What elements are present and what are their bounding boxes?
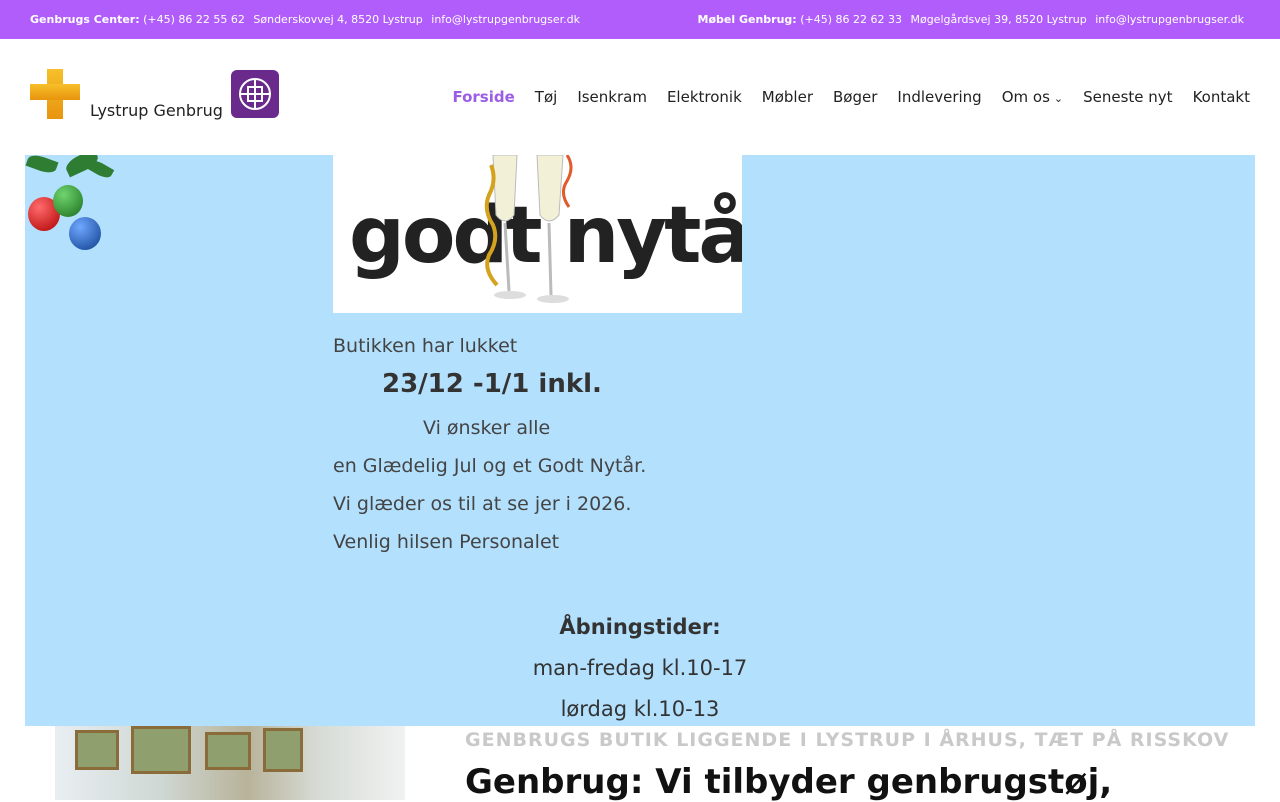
contact-furniture: Møbel Genbrug: (+45) 86 22 62 33 Møgelgå… [698,13,1249,26]
closed-notice: Butikken har lukket [333,335,518,357]
contact-center-address: Sønderskovvej 4, 8520 Lystrup [253,13,423,26]
regards-text: Venlig hilsen Personalet [333,531,560,553]
nav-kontakt[interactable]: Kontakt [1193,88,1250,106]
champagne-glasses-icon [484,155,573,303]
top-contact-bar: Genbrugs Center: (+45) 86 22 55 62 Sønde… [0,0,1280,39]
new-year-banner: godt nytår [333,155,742,313]
contact-center-phone[interactable]: (+45) 86 22 55 62 [143,13,245,26]
contact-center-email[interactable]: info@lystrupgenbrugser.dk [431,13,580,26]
brand-name: Lystrup Genbrug [90,101,223,120]
wish-text: Vi ønsker alle [423,417,551,439]
closed-dates: 23/12 -1/1 inkl. [382,369,602,399]
looking-forward-text: Vi glæder os til at se jer i 2026. [333,493,632,515]
site-logo[interactable]: Lystrup Genbrug [30,69,280,125]
contact-furniture-email[interactable]: info@lystrupgenbrugser.dk [1095,13,1244,26]
nav-isenkram[interactable]: Isenkram [577,88,647,106]
opening-hours-weekday: man-fredag kl.10-17 [532,656,748,680]
contact-furniture-label: Møbel Genbrug: [697,13,797,26]
nav-toj[interactable]: Tøj [535,88,558,106]
nav-indlevering[interactable]: Indlevering [897,88,981,106]
holiday-hero: godt nytår Butikken har lukket 23/12 -1/… [25,155,1255,726]
section-headline: Genbrug: Vi tilbyder genbrugstøj, [465,762,1113,802]
church-emblem-icon [231,70,279,118]
nav-mobler[interactable]: Møbler [762,88,813,106]
opening-hours-title: Åbningstider: [559,615,721,639]
contact-furniture-phone[interactable]: (+45) 86 22 62 33 [800,13,902,26]
nav-seneste-nyt[interactable]: Seneste nyt [1083,88,1172,106]
site-header: Lystrup Genbrug Forside Tøj Isenkram Ele… [0,39,1280,155]
contact-furniture-address: Møgelgårdsvej 39, 8520 Lystrup [910,13,1087,26]
opening-hours-saturday: lørdag kl.10-13 [560,697,720,721]
store-interior-photo [55,726,405,800]
chevron-down-icon: ⌄ [1053,92,1064,105]
nav-forside[interactable]: Forside [452,88,514,106]
nav-elektronik[interactable]: Elektronik [667,88,742,106]
nav-om-os-label: Om os [1001,88,1050,106]
main-nav: Forside Tøj Isenkram Elektronik Møbler B… [452,88,1250,106]
contact-center-label: Genbrugs Center: [30,13,140,26]
christmas-ornaments-icon [25,155,117,251]
nav-om-os[interactable]: Om os ⌄ [1002,88,1063,106]
nav-boger[interactable]: Bøger [833,88,877,106]
cross-logo-icon [30,69,80,119]
contact-center: Genbrugs Center: (+45) 86 22 55 62 Sønde… [30,13,585,26]
greeting-text: en Glædelig Jul og et Godt Nytår. [333,455,647,477]
section-tagline: GENBRUGS BUTIK LIGGENDE I LYSTRUP I ÅRHU… [465,729,1230,751]
